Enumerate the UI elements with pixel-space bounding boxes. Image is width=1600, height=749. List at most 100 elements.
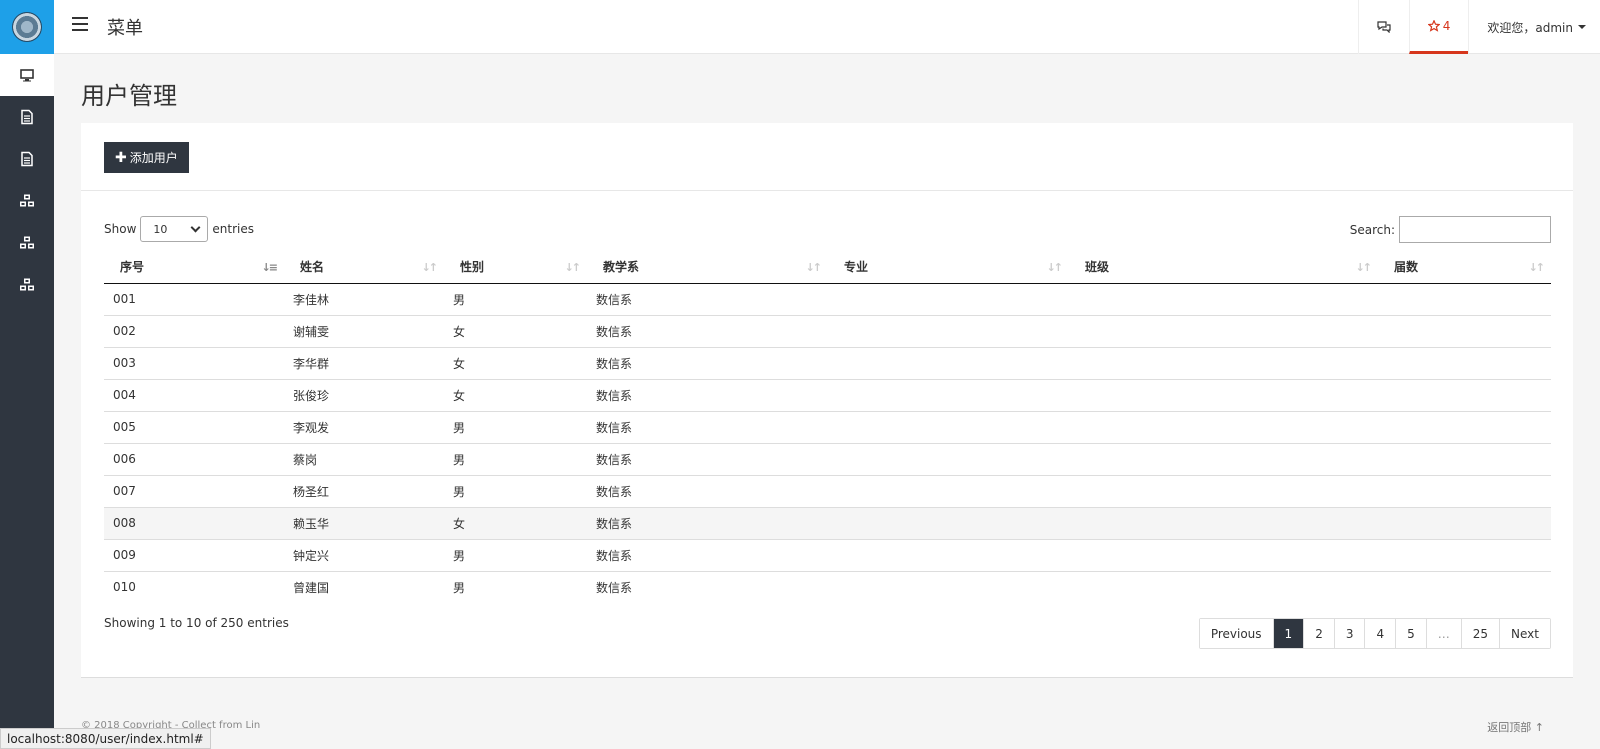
sidebar-item-cubes-3[interactable] [0,264,54,306]
cell-year [1378,538,1551,571]
cell-year [1378,378,1551,411]
cell-gender: 男 [444,538,587,571]
sidebar-item-cubes-1[interactable] [0,180,54,222]
cubes-icon [20,278,34,291]
column-header-gender[interactable]: 性别 ↓↑ [444,251,587,284]
pagination-page-25[interactable]: 25 [1460,619,1500,648]
cell-class [1069,314,1378,347]
cell-major [828,282,1069,315]
pagination-page-4[interactable]: 4 [1364,619,1396,648]
cell-major [828,346,1069,379]
cell-class [1069,442,1378,475]
add-user-button[interactable]: ✚ 添加用户 [104,142,189,173]
cell-department: 数信系 [587,282,828,315]
cell-index: 008 [104,506,284,539]
cell-index: 006 [104,442,284,475]
column-header-index[interactable]: 序号 ↓≡ [104,251,284,284]
cell-index: 003 [104,346,284,379]
cell-year [1378,410,1551,443]
cell-department: 数信系 [587,410,828,443]
entries-length-control: Show 10 entries [104,216,254,242]
user-dropdown[interactable]: 欢迎您，admin [1468,0,1600,54]
cell-index: 009 [104,538,284,571]
pagination-page-3[interactable]: 3 [1333,619,1365,648]
table-row[interactable]: 001 李佳林男数信系 [104,282,1551,315]
cell-major [828,378,1069,411]
cell-index: 005 [104,410,284,443]
pagination-previous[interactable]: Previous [1199,619,1273,648]
pagination-page-2[interactable]: 2 [1303,619,1334,648]
cell-gender: 男 [444,410,587,443]
cell-index: 002 [104,314,284,347]
table-row[interactable]: 002 谢辅雯女数信系 [104,314,1551,347]
cell-name: 李华群 [284,346,444,379]
cell-year [1378,570,1551,603]
cell-major [828,442,1069,475]
cell-department: 数信系 [587,570,828,603]
table-row[interactable]: 010 曾建国男数信系 [104,570,1551,603]
sidebar-item-document-2[interactable] [0,138,54,180]
table-row[interactable]: 007 杨圣红男数信系 [104,474,1551,507]
column-header-year[interactable]: 届数 ↓↑ [1378,251,1551,284]
user-panel: ✚ 添加用户 Show 10 entries Search: 序号 ↓≡ 姓名 ↓↑… [81,123,1573,678]
users-table: 序号 ↓≡ 姓名 ↓↑ 性别 ↓↑ 教学系 ↓↑ 专业 ↓↑ 班级 ↓↑ 届数 ↓↑ 001 李… [104,251,1551,603]
cell-class [1069,378,1378,411]
alert-count-badge: 4 [1442,18,1451,33]
show-label: Show [104,222,137,236]
column-header-major[interactable]: 专业 ↓↑ [828,251,1069,284]
cell-major [828,410,1069,443]
search-input[interactable] [1399,216,1551,243]
sidebar-item-dashboard[interactable] [0,54,54,96]
pagination: Previous 1 2 3 4 5 … 25 Next [1198,618,1551,649]
monitor-icon [20,69,34,82]
back-to-top-link[interactable]: 返回顶部 ↑ [1487,719,1544,735]
cell-class [1069,506,1378,539]
logo-area[interactable] [0,0,54,54]
cell-department: 数信系 [587,538,828,571]
file-icon [21,151,33,167]
cell-name: 杨圣红 [284,474,444,507]
cell-name: 张俊珍 [284,378,444,411]
table-search: Search: [1350,216,1551,243]
cell-department: 数信系 [587,346,828,379]
entries-select-value: 10 [153,222,168,236]
cell-year [1378,346,1551,379]
sort-icon: ↓↑ [1355,261,1373,274]
cell-index: 007 [104,474,284,507]
pagination-next[interactable]: Next [1499,619,1550,648]
alerts-button[interactable]: 4 [1408,0,1469,54]
back-to-top-label: 返回顶部 [1487,721,1532,734]
column-header-department[interactable]: 教学系 ↓↑ [587,251,828,284]
cell-class [1069,474,1378,507]
page-title: 用户管理 [81,82,177,110]
column-header-name[interactable]: 姓名 ↓↑ [284,251,444,284]
hamburger-menu-icon[interactable] [72,17,88,33]
cell-name: 曾建国 [284,570,444,603]
sidebar-item-document-1[interactable] [0,96,54,138]
table-header-row: 序号 ↓≡ 姓名 ↓↑ 性别 ↓↑ 教学系 ↓↑ 专业 ↓↑ 班级 ↓↑ 届数 ↓↑ [104,251,1551,284]
table-row[interactable]: 004 张俊珍女数信系 [104,378,1551,411]
cell-year [1378,282,1551,315]
cell-major [828,506,1069,539]
table-row[interactable]: 008 赖玉华女数信系 [104,506,1551,539]
cell-major [828,570,1069,603]
cell-class [1069,570,1378,603]
table-row[interactable]: 005 李观发男数信系 [104,410,1551,443]
column-header-class[interactable]: 班级 ↓↑ [1069,251,1378,284]
cell-year [1378,506,1551,539]
cubes-icon [20,194,34,207]
messages-button[interactable] [1357,0,1409,54]
pagination-page-1[interactable]: 1 [1272,619,1304,648]
cell-gender: 女 [444,314,587,347]
cell-gender: 女 [444,346,587,379]
cubes-icon [20,236,34,249]
cell-name: 谢辅雯 [284,314,444,347]
table-row[interactable]: 006 蔡岗男数信系 [104,442,1551,475]
sort-icon: ↓↑ [1046,261,1064,274]
top-navbar: 菜单 4 欢迎您，admin [54,0,1600,54]
entries-select[interactable]: 10 [140,216,209,242]
pagination-page-5[interactable]: 5 [1395,619,1426,648]
table-row[interactable]: 009 钟定兴男数信系 [104,538,1551,571]
table-row[interactable]: 003 李华群女数信系 [104,346,1551,379]
sidebar-item-cubes-2[interactable] [0,222,54,264]
